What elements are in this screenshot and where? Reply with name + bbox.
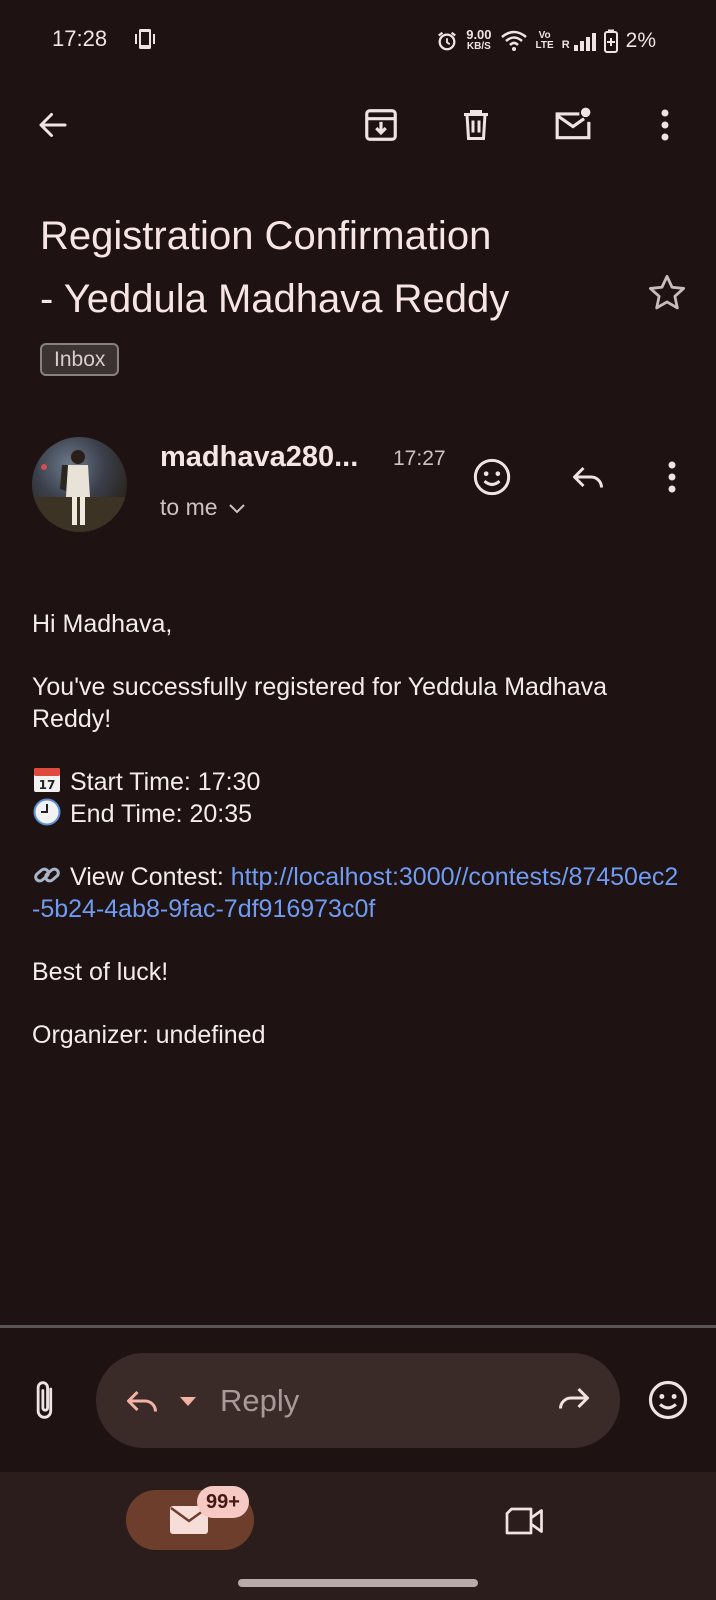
volte-indicator: Vo LTE: [535, 30, 554, 51]
delete-button[interactable]: [454, 103, 498, 147]
clock-icon: [33, 798, 61, 826]
avatar-photo: [32, 450, 127, 532]
archive-button[interactable]: [359, 103, 403, 147]
battery-level: 2%: [625, 29, 656, 52]
home-indicator[interactable]: [238, 1579, 478, 1587]
battery-icon: [603, 29, 618, 53]
schedule: 17 Start Time: 17:30 End Time: 20:35: [32, 766, 682, 830]
mark-unread-button[interactable]: [551, 103, 595, 147]
emoji-icon: [648, 1380, 688, 1420]
inbox-label-chip[interactable]: Inbox: [40, 343, 120, 376]
status-indicators: 9.00 KB/S Vo LTE R 2%: [436, 26, 656, 56]
phone-vibrate-icon: [135, 29, 155, 49]
sender-name[interactable]: madhava280...: [160, 441, 358, 474]
recipient-label: to me: [160, 494, 218, 520]
divider: [0, 1325, 716, 1328]
closing-text: Best of luck!: [32, 958, 169, 986]
archive-icon: [365, 109, 397, 141]
avatar[interactable]: [32, 437, 127, 532]
status-time: 17:28: [52, 26, 108, 51]
unread-count-badge: 99+: [197, 1486, 249, 1518]
paperclip-icon: [36, 1381, 53, 1419]
svg-text:17: 17: [39, 778, 56, 792]
more-options-button[interactable]: [643, 103, 687, 147]
end-time: End Time: 20:35: [70, 800, 253, 828]
email-time: 17:27: [393, 447, 446, 470]
alarm-icon: [438, 31, 457, 51]
video-camera-icon: [505, 1507, 543, 1535]
emoji-icon: [473, 458, 511, 496]
network-speed: 9.00 KB/S: [466, 27, 492, 52]
email-body: Hi Madhava, You've successfully register…: [32, 608, 682, 1082]
trash-icon: [464, 110, 488, 140]
forward-button[interactable]: [554, 1380, 594, 1421]
chevron-down-icon: [228, 503, 245, 513]
reply-icon: [127, 1390, 157, 1412]
view-contest-label: View Contest:: [70, 863, 231, 891]
calendar-icon: 17: [34, 768, 60, 792]
arrow-left-icon: [39, 113, 67, 137]
reply-type-selector[interactable]: [122, 1383, 198, 1419]
star-icon[interactable]: [646, 272, 688, 314]
organizer-text: Organizer: undefined: [32, 1021, 266, 1049]
email-subject: Registration Confirmation - Yeddula Madh…: [40, 214, 510, 321]
wifi-icon: [500, 30, 527, 51]
add-reaction-button[interactable]: [470, 455, 514, 499]
link-icon: [34, 867, 60, 883]
mark-unread-icon: [555, 107, 591, 140]
start-time: Start Time: 17:30: [70, 768, 261, 796]
reply-placeholder[interactable]: Reply: [220, 1383, 299, 1419]
more-vert-icon: [661, 109, 669, 141]
reply-compose-bar[interactable]: Reply: [96, 1353, 620, 1448]
message-more-button[interactable]: [650, 455, 694, 499]
reply-icon: [573, 466, 603, 488]
intro-text: You've successfully registered for Yeddu…: [32, 673, 608, 733]
reply-button[interactable]: [566, 455, 610, 499]
attach-button[interactable]: [24, 1378, 68, 1422]
forward-icon: [559, 1387, 589, 1409]
back-button[interactable]: [31, 103, 75, 147]
greeting: Hi Madhava,: [32, 610, 173, 638]
nav-meet-tab[interactable]: [503, 1499, 547, 1543]
contest-link-line: View Contest: http://localhost:3000//con…: [32, 861, 682, 925]
emoji-reply-button[interactable]: [646, 1378, 690, 1422]
caret-down-icon: [180, 1396, 196, 1406]
more-vert-icon: [668, 461, 676, 493]
signal-icon: R: [562, 31, 596, 51]
recipient-toggle[interactable]: to me: [160, 494, 246, 521]
